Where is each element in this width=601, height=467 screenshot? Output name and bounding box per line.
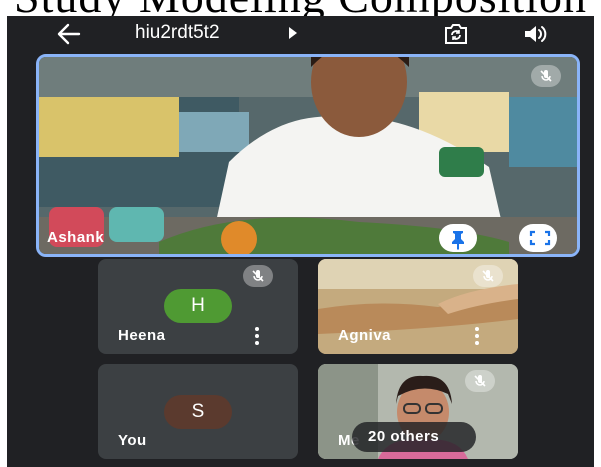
- fullscreen-icon[interactable]: [519, 224, 557, 252]
- participant-tile-you[interactable]: S You: [98, 364, 298, 459]
- main-video-tile[interactable]: Ashank: [36, 54, 580, 257]
- participant-video: [39, 57, 577, 254]
- mic-off-icon: [465, 370, 495, 392]
- participant-name: You: [118, 432, 147, 449]
- mic-off-icon: [243, 265, 273, 287]
- others-count-chip[interactable]: 20 others: [352, 422, 476, 452]
- participant-name: Ashank: [47, 229, 105, 246]
- arrow-left-icon[interactable]: [55, 20, 83, 48]
- page-caption-strip: Study Modeling Composition: [0, 0, 601, 16]
- avatar: H: [164, 289, 232, 323]
- participant-tile-heena[interactable]: H Heena: [98, 259, 298, 354]
- page-caption: Study Modeling Composition: [14, 0, 587, 16]
- meeting-code[interactable]: hiu2rdt5t2: [135, 22, 220, 44]
- participant-tile-agniva[interactable]: Agniva: [318, 259, 518, 354]
- top-bar: hiu2rdt5t2: [7, 16, 594, 56]
- caret-right-icon[interactable]: [289, 27, 297, 39]
- participant-name: Heena: [118, 327, 166, 344]
- more-options-icon[interactable]: [475, 327, 479, 345]
- speaker-icon[interactable]: [523, 23, 549, 45]
- mic-off-icon: [531, 65, 561, 87]
- mic-off-icon: [473, 265, 503, 287]
- others-count-label: 20 others: [368, 428, 440, 445]
- switch-camera-icon[interactable]: [443, 22, 469, 46]
- avatar: S: [164, 395, 232, 429]
- meet-call-screen: hiu2rdt5t2 Ashank H Heena Agniva S You M…: [7, 16, 594, 467]
- more-options-icon[interactable]: [255, 327, 259, 345]
- participant-name: Agniva: [338, 327, 392, 344]
- pin-icon[interactable]: [439, 224, 477, 252]
